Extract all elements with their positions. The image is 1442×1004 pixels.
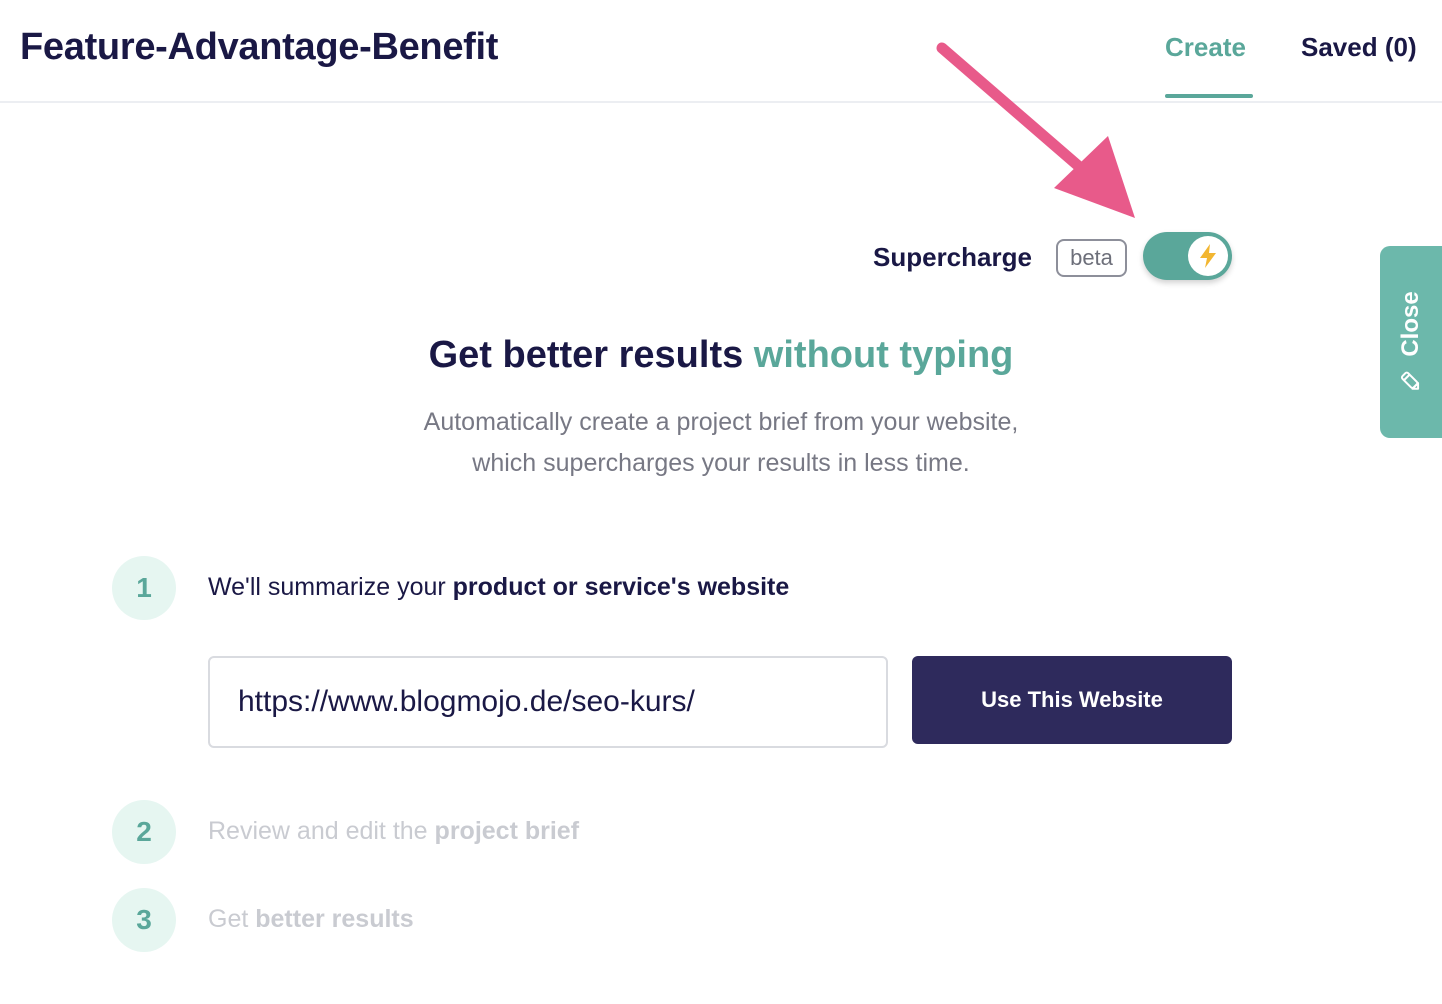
heading-accent-text: without typing (753, 334, 1014, 376)
website-url-input[interactable] (208, 656, 888, 748)
step-3-number: 3 (112, 888, 176, 952)
supercharge-toggle[interactable] (1143, 232, 1232, 280)
lightning-bolt-icon (1200, 244, 1216, 268)
tab-create[interactable]: Create (1165, 32, 1246, 63)
heading-main-text: Get better results (428, 334, 744, 376)
supercharge-label: Supercharge (873, 242, 1032, 272)
step-3-label: Get better results (208, 905, 414, 934)
close-tab-content: Close (1397, 291, 1425, 392)
step-3-bold: better results (255, 905, 414, 933)
step-2-bold: project brief (434, 817, 580, 845)
beta-badge: beta (1056, 239, 1127, 277)
step-1-label: We'll summarize your product or service'… (208, 573, 789, 602)
active-tab-indicator (1165, 94, 1253, 98)
step-1-plain: We'll summarize your (208, 573, 446, 601)
step-2-plain: Review and edit the (208, 817, 428, 845)
annotation-arrow-icon (936, 42, 1135, 218)
intro-description: Automatically create a project brief fro… (0, 402, 1442, 484)
tab-saved[interactable]: Saved (0) (1301, 32, 1417, 63)
close-side-panel-button[interactable]: Close (1380, 246, 1442, 438)
step-2-number: 2 (112, 800, 176, 864)
toggle-knob (1188, 236, 1228, 276)
main-heading: Get better results without typing (0, 334, 1442, 377)
step-1-number: 1 (112, 556, 176, 620)
close-label: Close (1397, 291, 1424, 357)
app-header: Feature-Advantage-Benefit Create Saved (… (0, 0, 1442, 103)
step-1-bold: product or service's website (452, 573, 790, 601)
description-line-1: Automatically create a project brief fro… (423, 408, 1019, 436)
use-this-website-button[interactable]: Use This Website (912, 656, 1232, 744)
step-3-plain: Get (208, 905, 249, 933)
step-2-label: Review and edit the project brief (208, 817, 579, 846)
pencil-icon (1400, 371, 1420, 390)
description-line-2: which supercharges your results in less … (472, 449, 970, 477)
page-title: Feature-Advantage-Benefit (20, 26, 499, 68)
